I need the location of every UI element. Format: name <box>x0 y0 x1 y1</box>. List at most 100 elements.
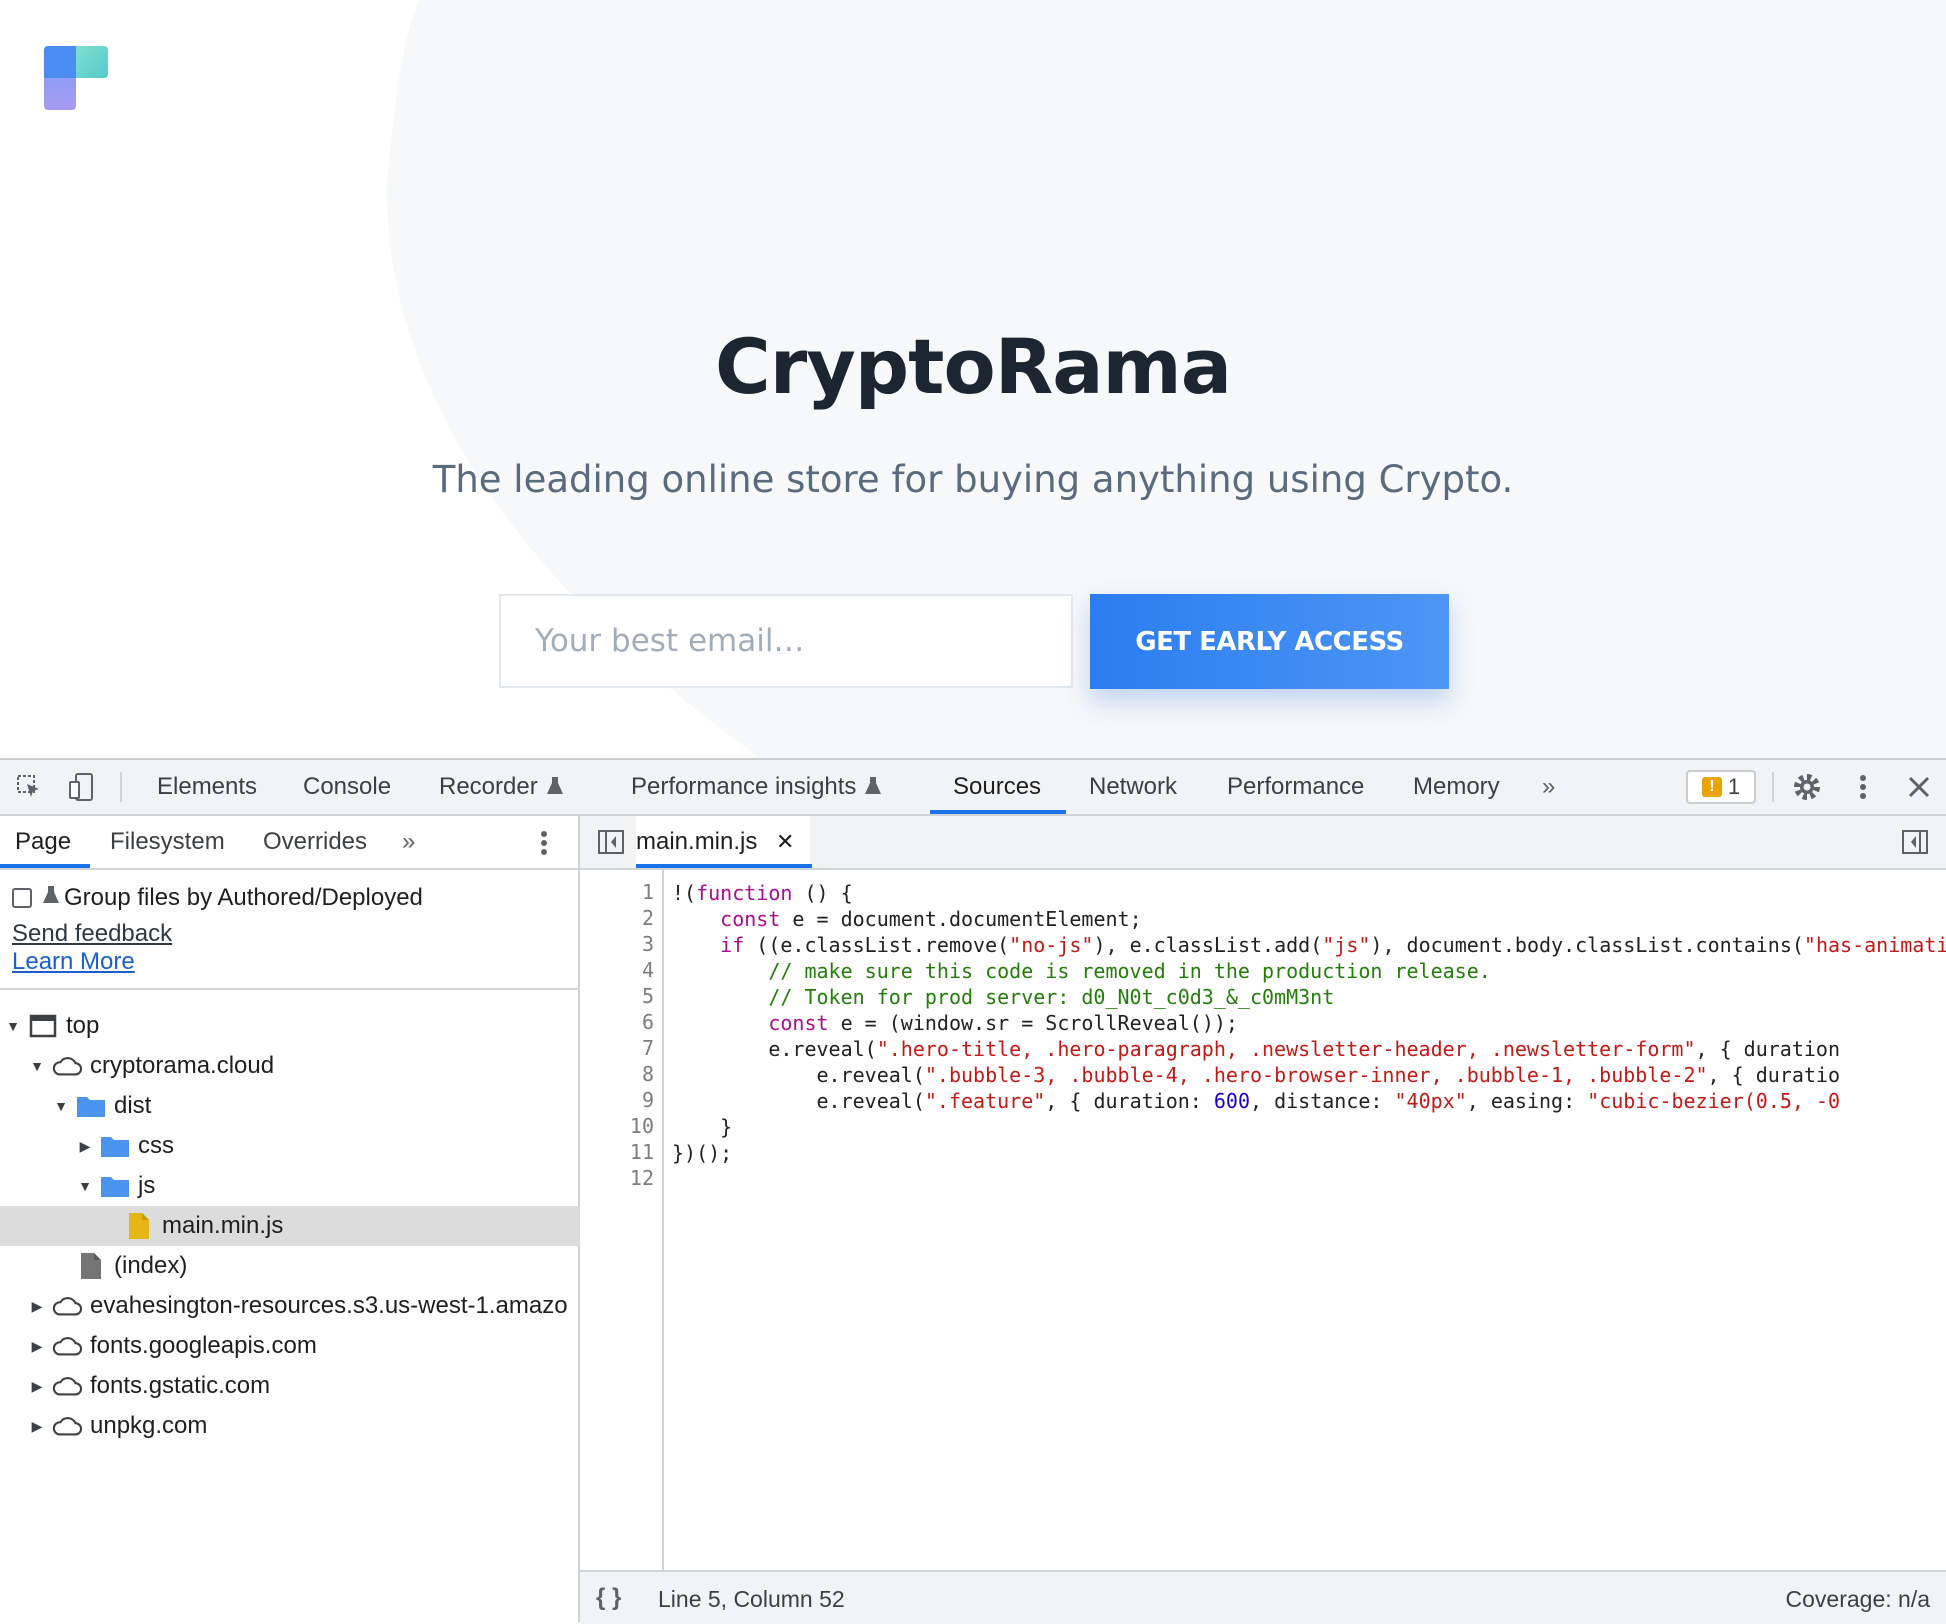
more-options-vertical-dots-icon[interactable] <box>1846 770 1880 804</box>
tree-item-unpkg[interactable]: ▶ unpkg.com <box>0 1406 608 1446</box>
collapsed-triangle-icon: ▶ <box>31 1417 43 1434</box>
tree-item-index[interactable]: (index) <box>0 1246 654 1286</box>
tab-sources[interactable]: Sources <box>953 760 1041 814</box>
editor-file-tab-label: main.min.js <box>636 828 758 855</box>
navigator-tab-overrides[interactable]: Overrides <box>263 816 367 868</box>
cloud-icon <box>52 1334 82 1358</box>
tab-elements[interactable]: Elements <box>157 760 257 814</box>
code-line: // make sure this code is removed in the… <box>768 959 1491 983</box>
document-file-icon <box>76 1253 106 1279</box>
tree-item-js[interactable]: ▼ js <box>0 1166 656 1206</box>
learn-more-link[interactable]: Learn More <box>12 948 135 976</box>
navigator-menu-dots-icon[interactable] <box>540 816 548 868</box>
tree-item-label: main.min.js <box>162 1212 284 1239</box>
line-number: 3 <box>641 932 654 956</box>
website-viewport: CryptoRama The leading online store for … <box>0 0 1946 758</box>
hero-title: CryptoRama <box>714 322 1232 411</box>
get-early-access-button[interactable]: GET EARLY ACCESS <box>1090 594 1449 689</box>
code-line: if ((e.classList.remove("no-js"), e.clas… <box>720 933 1946 957</box>
warning-icon: ! <box>1701 777 1722 797</box>
tree-item-evahesington-resources[interactable]: ▶ evahesington-resources.s3.us-west-1.am… <box>0 1286 608 1326</box>
hero-paragraph: The leading online store for buying anyt… <box>432 458 1514 501</box>
tree-item-top[interactable]: ▼ top <box>0 1006 584 1046</box>
pretty-print-braces-icon[interactable]: { } <box>596 1584 621 1612</box>
experiment-flask-icon <box>864 762 882 816</box>
tree-item-label: css <box>138 1132 174 1159</box>
collapsed-triangle-icon: ▶ <box>31 1297 43 1314</box>
expanded-triangle-icon: ▼ <box>30 1058 44 1074</box>
cloud-icon <box>52 1054 82 1078</box>
tree-item-cryptorama-cloud[interactable]: ▼ cryptorama.cloud <box>0 1046 608 1086</box>
tab-performance[interactable]: Performance <box>1227 760 1364 814</box>
close-devtools-icon[interactable] <box>1902 770 1936 804</box>
group-files-checkbox[interactable] <box>12 888 32 908</box>
navigator-tab-bar: Page Filesystem Overrides » <box>0 816 578 870</box>
tab-performance-insights-label: Performance insights <box>631 773 857 800</box>
expanded-triangle-icon: ▼ <box>6 1018 20 1034</box>
send-feedback-link[interactable]: Send feedback <box>12 920 172 948</box>
tree-item-fonts-gstatic[interactable]: ▶ fonts.gstatic.com <box>0 1366 608 1406</box>
newsletter-email-input[interactable] <box>499 594 1073 688</box>
line-number: 1 <box>641 880 654 904</box>
code-line: // Token for prod server: d0_N0t_c0d3_&_… <box>768 985 1335 1009</box>
folder-icon <box>76 1094 106 1118</box>
devtools-panel: Elements Console Recorder Performance in… <box>0 758 1946 1624</box>
line-number: 4 <box>641 958 654 982</box>
code-line: !(function () { <box>672 881 853 905</box>
tab-performance-insights[interactable]: Performance insights <box>631 760 882 814</box>
tab-recorder-label: Recorder <box>439 773 538 800</box>
more-tabs-chevron-icon[interactable]: » <box>1542 760 1555 814</box>
frame-icon <box>28 1014 58 1038</box>
navigator-tab-filesystem[interactable]: Filesystem <box>110 816 225 868</box>
cloud-icon <box>52 1294 82 1318</box>
group-files-option[interactable]: Group files by Authored/Deployed <box>12 884 423 912</box>
inspect-element-icon[interactable] <box>12 770 46 804</box>
tree-item-label: evahesington-resources.s3.us-west-1.amaz… <box>90 1292 568 1319</box>
editor-file-tab[interactable]: main.min.js ✕ <box>636 816 811 868</box>
sources-navigator: Page Filesystem Overrides » Group files … <box>0 816 702 1622</box>
issues-badge[interactable]: ! 1 <box>1686 770 1756 804</box>
tab-recorder[interactable]: Recorder <box>439 760 564 814</box>
coverage-status: Coverage: n/a <box>1785 1586 1930 1612</box>
expanded-triangle-icon: ▼ <box>78 1178 92 1194</box>
issues-count: 1 <box>1727 774 1741 799</box>
line-number: 5 <box>641 984 654 1008</box>
tree-item-dist[interactable]: ▼ dist <box>0 1086 632 1126</box>
collapsed-triangle-icon: ▶ <box>79 1137 91 1154</box>
tree-item-label: dist <box>114 1092 152 1119</box>
settings-gear-icon[interactable] <box>1790 770 1824 804</box>
toggle-debugger-sidebar-icon[interactable] <box>1898 825 1932 859</box>
experiment-flask-icon <box>42 884 60 912</box>
code-line: const e = (window.sr = ScrollReveal()); <box>768 1011 1238 1035</box>
line-number: 10 <box>629 1114 654 1138</box>
code-line: e.reveal(".feature", { duration: 600, di… <box>672 1089 1841 1113</box>
code-line: e.reveal(".bubble-3, .bubble-4, .hero-br… <box>672 1063 1840 1087</box>
device-toolbar-icon[interactable] <box>64 770 98 804</box>
line-number: 6 <box>641 1010 654 1034</box>
collapsed-triangle-icon: ▶ <box>31 1377 43 1394</box>
editor-status-bar: { } Line 5, Column 52 Coverage: n/a <box>580 1570 1946 1624</box>
code-line: } <box>672 1115 733 1139</box>
collapsed-triangle-icon: ▶ <box>31 1337 43 1354</box>
editor-tab-bar: main.min.js ✕ <box>580 816 1946 870</box>
devtools-toolbar: Elements Console Recorder Performance in… <box>0 760 1946 816</box>
experiment-flask-icon <box>546 762 564 816</box>
code-content[interactable]: !(function () { const e = document.docum… <box>672 870 1946 1570</box>
tree-item-fonts-googleapis[interactable]: ▶ fonts.googleapis.com <box>0 1326 608 1366</box>
cryptorama-logo[interactable] <box>44 46 108 110</box>
navigator-tab-page[interactable]: Page <box>15 816 71 868</box>
close-tab-icon[interactable]: ✕ <box>776 829 794 854</box>
tab-memory[interactable]: Memory <box>1413 760 1500 814</box>
toggle-navigator-icon[interactable] <box>594 825 628 859</box>
script-file-icon <box>124 1213 154 1239</box>
expanded-triangle-icon: ▼ <box>54 1098 68 1114</box>
tab-console[interactable]: Console <box>303 760 391 814</box>
tree-item-css[interactable]: ▶ css <box>0 1126 656 1166</box>
more-navigator-tabs-chevron-icon[interactable]: » <box>402 816 415 868</box>
folder-icon <box>100 1174 130 1198</box>
navigator-active-tab-indicator <box>0 864 90 868</box>
cloud-icon <box>52 1374 82 1398</box>
code-line: e.reveal(".hero-title, .hero-paragraph, … <box>672 1037 1840 1061</box>
tab-network[interactable]: Network <box>1089 760 1177 814</box>
tree-item-label: (index) <box>114 1252 188 1279</box>
